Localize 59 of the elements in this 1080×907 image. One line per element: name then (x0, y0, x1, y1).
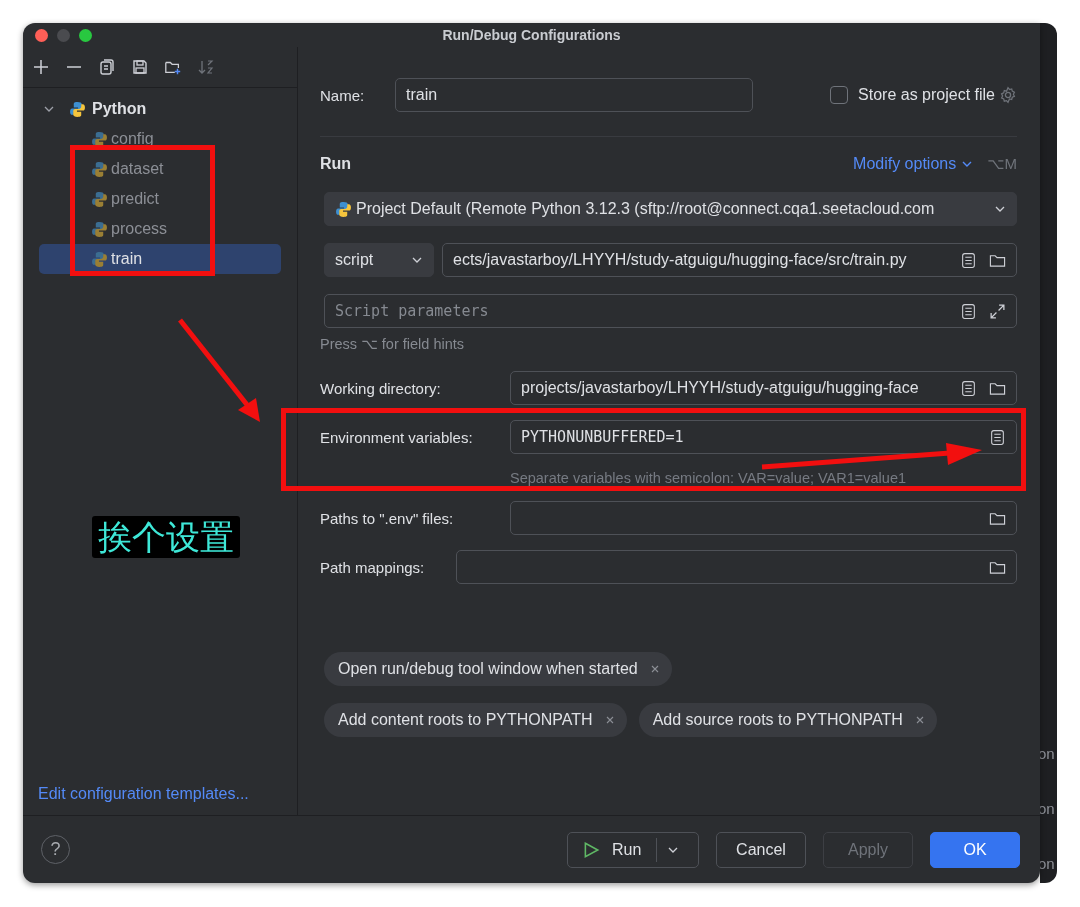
option-chip[interactable]: Open run/debug tool window when started (324, 652, 672, 686)
input-field[interactable] (456, 550, 1017, 584)
close-icon[interactable] (604, 715, 615, 725)
copy-icon[interactable] (98, 58, 116, 76)
section-title: Run (320, 155, 352, 173)
modify-options-link[interactable]: Modify options (853, 155, 957, 173)
hint-text: Separate variables with semicolon: VAR=value; VAR1=value1 (510, 470, 907, 486)
name-field[interactable]: train (395, 78, 753, 112)
list-icon[interactable] (989, 428, 1006, 446)
close-icon[interactable] (649, 664, 660, 674)
field-label: Environment variables: (320, 428, 474, 446)
tree-group[interactable]: Python (39, 94, 281, 124)
expand-icon[interactable] (989, 302, 1006, 320)
list-icon[interactable] (960, 379, 977, 397)
close-button[interactable] (35, 29, 48, 42)
python-icon (91, 190, 108, 208)
python-icon (69, 100, 86, 118)
tree-item[interactable]: train (39, 244, 281, 274)
script-path-field[interactable]: ects/javastarboy/LHYYH/study-atguigu/hugging-face/src/train.py (442, 243, 1017, 277)
script-type-dropdown[interactable]: script (324, 243, 434, 277)
store-label: Store as project file (858, 86, 995, 104)
python-icon (91, 220, 108, 238)
name-label: Name: (320, 86, 366, 104)
add-icon[interactable] (32, 58, 50, 76)
field-label: Path mappings: (320, 558, 426, 576)
script-parameters-field[interactable]: Script parameters (324, 294, 1017, 328)
option-chip[interactable]: Add content roots to PYTHONPATH (324, 703, 627, 737)
zoom-button[interactable] (79, 29, 92, 42)
settings-icon[interactable] (999, 86, 1017, 104)
python-icon (91, 130, 108, 148)
dialog-button[interactable]: Cancel (716, 831, 806, 868)
tree-item[interactable]: dataset (39, 154, 281, 184)
tree-item[interactable]: config (39, 124, 281, 154)
ok-button[interactable]: OK (930, 831, 1020, 868)
hint-text: Press ⌥ for field hints (320, 336, 466, 352)
tree-item[interactable]: process (39, 214, 281, 244)
interpreter-dropdown[interactable]: Project Default (Remote Python 3.12.3 (sftp://root@connect.cqa1.seetacloud.com (324, 192, 1017, 226)
tree-item[interactable]: predict (39, 184, 281, 214)
python-icon (335, 200, 352, 218)
run-button[interactable]: Run (567, 831, 699, 868)
list-icon[interactable] (960, 302, 977, 320)
field-label: Paths to ".env" files: (320, 509, 455, 527)
input-field[interactable]: PYTHONUNBUFFERED=1 (510, 420, 1017, 454)
python-icon (91, 250, 108, 268)
save-icon[interactable] (131, 58, 149, 76)
close-icon[interactable] (914, 715, 925, 725)
sort-icon[interactable] (197, 58, 215, 76)
edit-templates-link[interactable]: Edit configuration templates... (38, 785, 297, 803)
shortcut-label: ⌥M (987, 155, 1017, 173)
annotation-label: 挨个设置 (92, 516, 240, 558)
input-field[interactable]: projects/javastarboy/LHYYH/study-atguigu/hugging-face (510, 371, 1017, 405)
input-field[interactable] (510, 501, 1017, 535)
store-checkbox[interactable] (830, 86, 849, 104)
option-chip[interactable]: Add source roots to PYTHONPATH (638, 703, 937, 737)
play-icon (582, 840, 600, 859)
list-icon[interactable] (960, 251, 977, 269)
window-title: Run/Debug Configurations (442, 27, 621, 43)
python-icon (91, 160, 108, 178)
field-label: Working directory: (320, 379, 442, 397)
